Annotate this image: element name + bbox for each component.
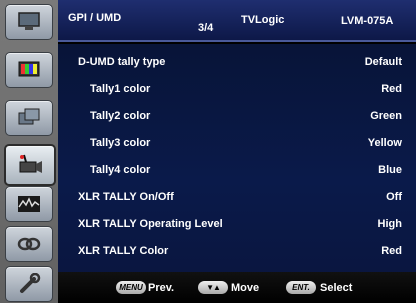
sidebar-item-system[interactable] (5, 266, 53, 302)
prev-hint: Prev. (148, 282, 175, 294)
setting-label: Tally2 color (90, 110, 151, 122)
model-name: LVM-075A (341, 15, 394, 27)
video-waveform-icon (18, 196, 40, 212)
setting-xlr-tally-onoff[interactable]: XLR TALLY On/Off Off (58, 185, 416, 209)
setting-tally4-color[interactable]: Tally4 color Blue (58, 158, 416, 182)
setting-label: XLR TALLY Color (78, 245, 169, 257)
settings-list: D-UMD tally type Default Tally1 color Re… (58, 44, 416, 272)
setting-xlr-tally-level[interactable]: XLR TALLY Operating Level High (58, 212, 416, 236)
setting-label: Tally1 color (90, 83, 151, 95)
sidebar-item-video[interactable] (5, 186, 53, 222)
setting-tally3-color[interactable]: Tally3 color Yellow (58, 131, 416, 155)
menu-title: GPI / UMD (68, 12, 122, 24)
move-key-icon: ▼▲ (198, 281, 228, 294)
setting-dumd-tally-type[interactable]: D-UMD tally type Default (58, 50, 416, 74)
main-panel: GPI / UMD 3/4 TVLogic LVM-075A D-UMD tal… (58, 0, 416, 303)
page-indicator: 3/4 (198, 22, 214, 34)
move-hint: Move (231, 282, 260, 294)
screens-icon (18, 108, 40, 125)
enter-key-icon: ENT. (286, 281, 316, 294)
setting-tally2-color[interactable]: Tally2 color Green (58, 104, 416, 128)
setting-value: Green (370, 110, 402, 122)
monitor-icon (18, 12, 40, 30)
key-hint-bar: MENU Prev. ▼▲ Move ENT. Select (58, 272, 416, 303)
setting-value: Off (386, 191, 402, 203)
setting-value: Red (381, 245, 402, 257)
sidebar-item-monitor[interactable] (5, 4, 53, 40)
setting-tally1-color[interactable]: Tally1 color Red (58, 77, 416, 101)
setting-label: D-UMD tally type (78, 56, 166, 68)
menu-key-icon: MENU (116, 281, 146, 294)
setting-value: Red (381, 83, 402, 95)
color-bars-icon (18, 61, 40, 77)
osd-menu: GPI / UMD 3/4 TVLogic LVM-075A D-UMD tal… (0, 0, 416, 303)
menu-header: GPI / UMD 3/4 TVLogic LVM-075A (58, 0, 416, 42)
setting-value: Default (364, 56, 402, 68)
sidebar-item-gpi-umd[interactable] (4, 144, 56, 186)
setting-value: Blue (378, 164, 402, 176)
brand-name: TVLogic (241, 14, 285, 26)
camera-tally-icon (19, 154, 42, 173)
setting-label: Tally4 color (90, 164, 151, 176)
setting-value: Yellow (367, 137, 402, 149)
setting-label: Tally3 color (90, 137, 151, 149)
wrench-icon (20, 273, 41, 293)
setting-value: High (377, 218, 402, 230)
setting-label: XLR TALLY Operating Level (78, 218, 223, 230)
sidebar-item-screens[interactable] (5, 100, 53, 136)
link-icon (17, 237, 41, 251)
sidebar-item-color[interactable] (5, 52, 53, 88)
select-hint: Select (320, 282, 353, 294)
setting-label: XLR TALLY On/Off (78, 191, 174, 203)
sidebar (0, 0, 58, 303)
setting-xlr-tally-color[interactable]: XLR TALLY Color Red (58, 239, 416, 263)
sidebar-item-link[interactable] (5, 226, 53, 262)
